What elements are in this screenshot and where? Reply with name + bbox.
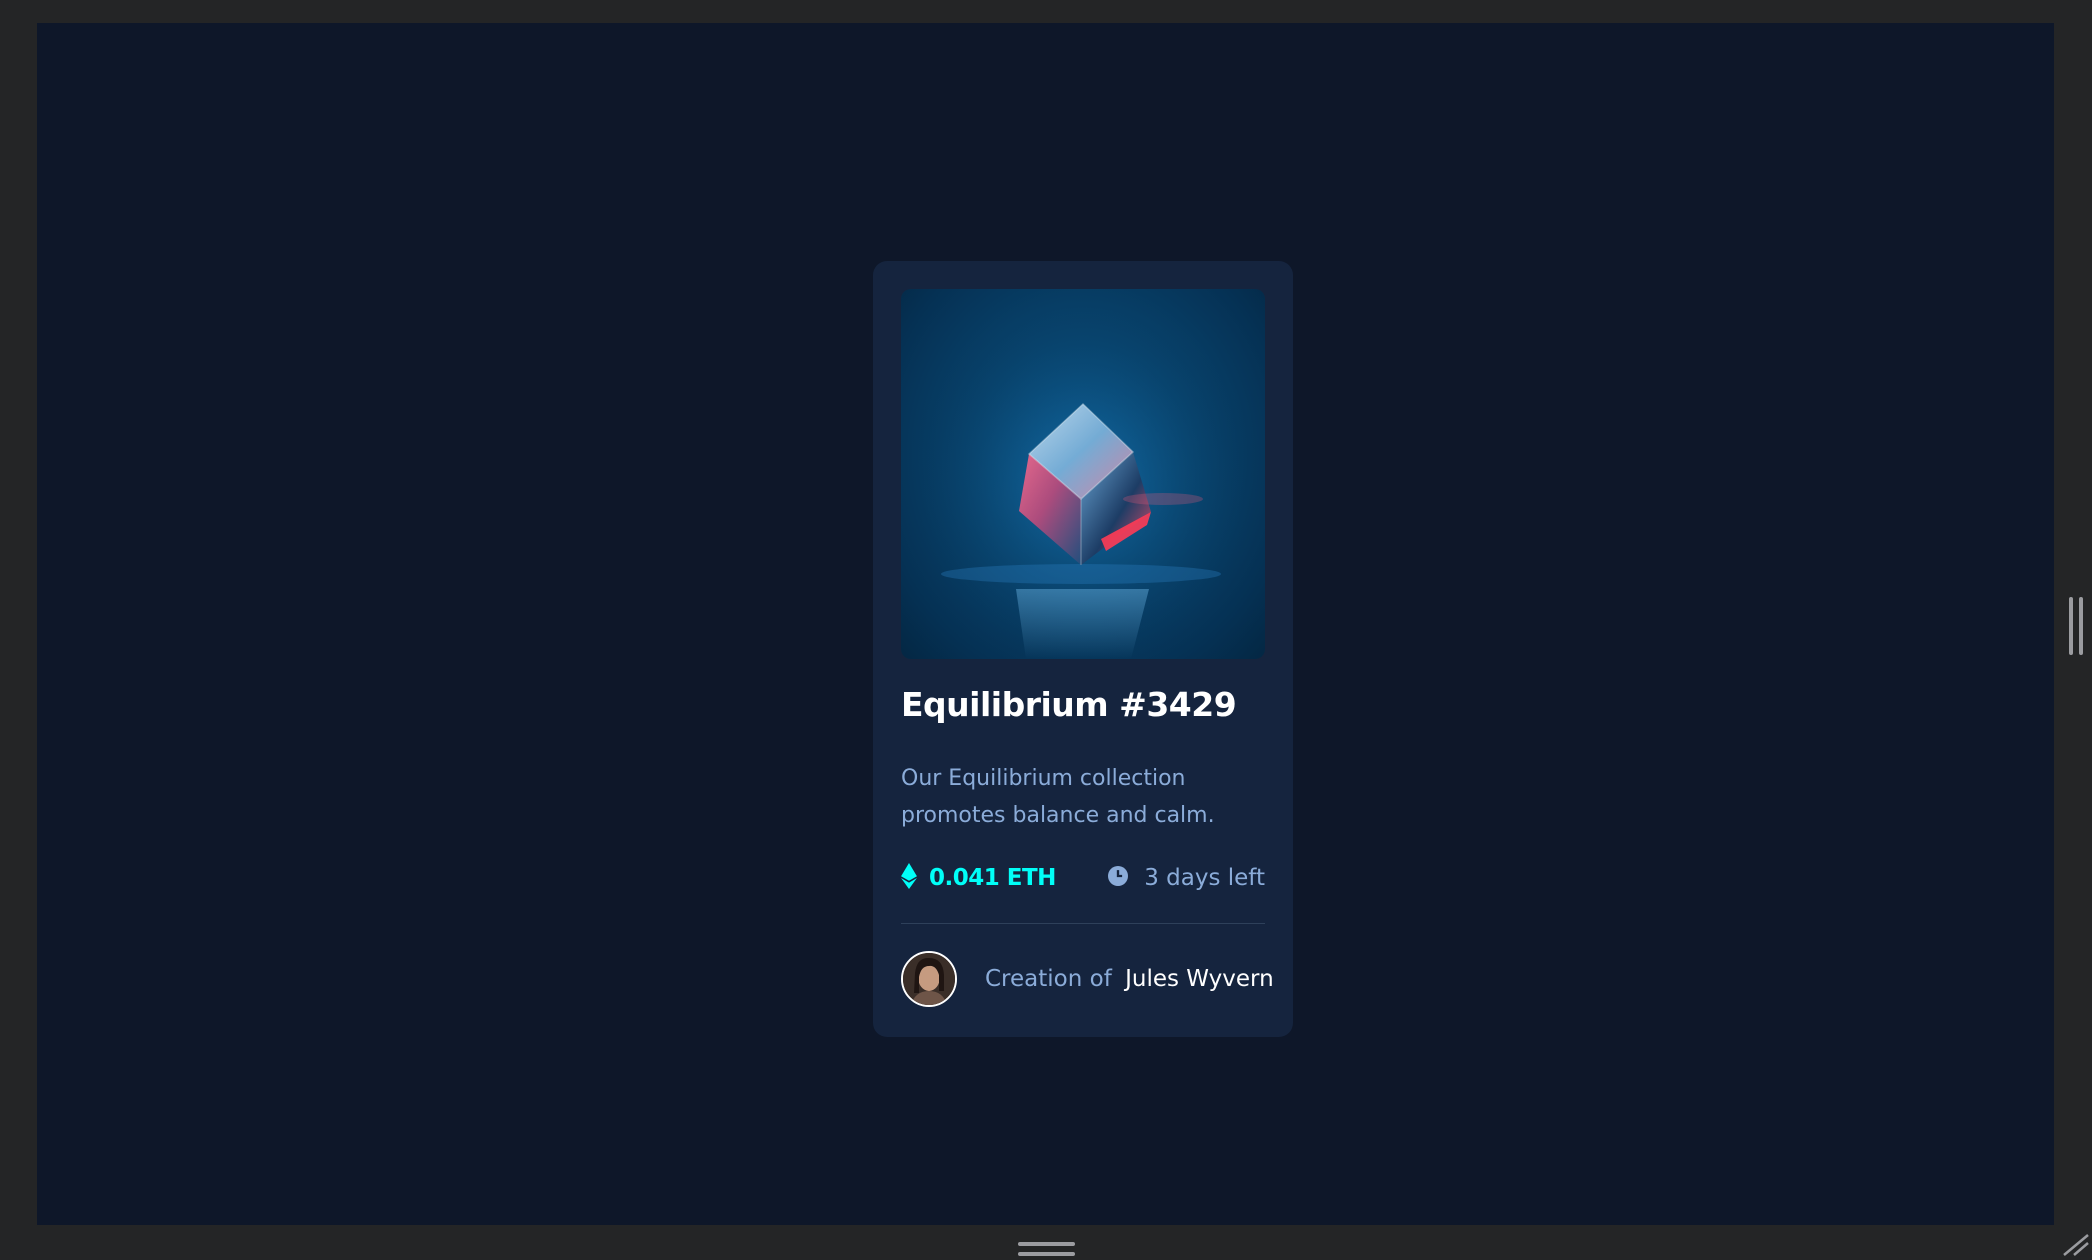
grip-line bbox=[2079, 597, 2083, 655]
price-info: 0.041 ETH bbox=[901, 860, 1056, 896]
nft-title[interactable]: Equilibrium #3429 bbox=[901, 685, 1237, 724]
creator-text: Creation of Jules Wyvern bbox=[985, 966, 1274, 992]
price-value: 0.041 ETH bbox=[929, 865, 1056, 891]
equilibrium-cube-image bbox=[901, 289, 1265, 659]
horizontal-resize-handle[interactable] bbox=[1018, 1242, 1075, 1256]
nft-description: Our Equilibrium collection promotes bala… bbox=[901, 766, 1215, 828]
preview-viewport: Equilibrium #3429 Our Equilibrium collec… bbox=[37, 23, 2054, 1225]
clock-icon bbox=[1108, 866, 1129, 890]
nft-image[interactable] bbox=[901, 289, 1265, 659]
grip-line bbox=[1018, 1252, 1075, 1256]
time-left-value: 3 days left bbox=[1144, 865, 1265, 891]
ethereum-icon bbox=[901, 863, 917, 893]
corner-resize-grip-icon[interactable] bbox=[2060, 1232, 2090, 1256]
divider bbox=[901, 923, 1265, 924]
time-left-info: 3 days left bbox=[1108, 860, 1265, 896]
nft-stats: 0.041 ETH 3 days left bbox=[901, 860, 1265, 896]
vertical-resize-handle[interactable] bbox=[2069, 597, 2083, 655]
creator-avatar bbox=[901, 951, 957, 1007]
creator-name-link[interactable]: Jules Wyvern bbox=[1125, 966, 1274, 992]
creator-prefix: Creation of bbox=[985, 966, 1112, 992]
grip-line bbox=[2069, 597, 2073, 655]
nft-card: Equilibrium #3429 Our Equilibrium collec… bbox=[873, 261, 1293, 1037]
grip-line bbox=[1018, 1242, 1075, 1246]
creator-row: Creation of Jules Wyvern bbox=[901, 951, 1274, 1007]
